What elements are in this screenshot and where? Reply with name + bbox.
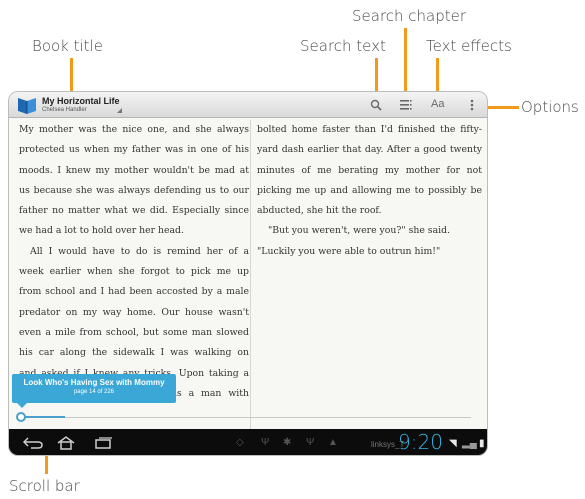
back-icon[interactable] — [23, 437, 43, 449]
callout-book-title: Book title — [32, 37, 103, 55]
clock[interactable]: 9:20 — [398, 430, 443, 454]
alert-icon[interactable]: ▲ — [328, 437, 338, 448]
book-author: Chelsea Handler — [42, 107, 87, 113]
wifi-icon: ◥ — [449, 438, 457, 449]
reader-screen: My Horizontal Life Chelsea Handler Aa My… — [8, 91, 488, 456]
signal-icon: ▂▄ — [462, 438, 477, 449]
column-divider — [250, 120, 251, 432]
text-line: even a mile from school, but some man sl… — [19, 326, 249, 338]
notification-icon[interactable]: ◇ — [236, 437, 244, 448]
page-right[interactable]: bolted home faster than I'd finished the… — [257, 120, 482, 432]
system-bar: ◇ Ψ ✱ Ψ ▲ linksys_T 9:20 ◥ ▂▄ ▮ — [9, 429, 487, 455]
chapter-list-icon[interactable] — [400, 99, 412, 111]
text-line: us because she was always defending us t… — [19, 184, 249, 196]
callout-search-text: Search text — [300, 37, 386, 55]
text-line: protected us when my father was in one o… — [19, 144, 249, 156]
scroll-bar-progress — [21, 416, 65, 418]
text-line: bolted home faster than I'd finished the… — [257, 124, 482, 135]
callout-text-effects: Text effects — [426, 37, 512, 55]
callout-scroll-bar: Scroll bar — [9, 477, 80, 495]
text-line: from school and I had been accosted by a… — [19, 286, 249, 298]
text-line: minutes of me berating my mother for not — [257, 164, 482, 176]
recent-apps-icon[interactable] — [95, 437, 113, 449]
search-icon[interactable] — [370, 99, 382, 111]
scroll-bar-track[interactable] — [21, 417, 471, 418]
text-line: All I would have to do is remind her of … — [30, 245, 249, 257]
text-line: we had a lot to hold over her head. — [19, 225, 184, 237]
options-icon[interactable] — [470, 99, 474, 111]
reader-top-bar: My Horizontal Life Chelsea Handler Aa — [9, 92, 487, 118]
text-line: father no matter what we did. Especially… — [19, 205, 249, 217]
tooltip-pointer — [17, 403, 27, 408]
android-icon[interactable]: ✱ — [283, 437, 291, 448]
text-line: yard dash earlier that day. After a good… — [257, 144, 482, 156]
text-line: his car along the sidewalk I was walking… — [19, 347, 249, 359]
callout-search-chapter: Search chapter — [352, 7, 467, 25]
text-line: picking me up and allowing me to possibl… — [257, 184, 482, 196]
home-icon[interactable] — [57, 436, 75, 450]
text-line: "But you weren't, were you?" she said. — [268, 225, 450, 237]
title-dropdown-icon[interactable] — [117, 108, 122, 113]
text-line: "Luckily you were able to outrun him!" — [257, 245, 441, 257]
battery-icon: ▮ — [479, 438, 485, 449]
tooltip-chapter-title: Look Who's Having Sex with Mommy — [23, 378, 165, 387]
text-line: week earlier when she forgot to pick me … — [19, 266, 249, 278]
usb-icon[interactable]: Ψ — [261, 437, 269, 448]
chapter-tooltip[interactable]: Look Who's Having Sex with Mommy page 14… — [12, 374, 176, 403]
tooltip-page-number: page 14 of 226 — [73, 389, 115, 395]
text-line: abducted, she hit the roof. — [257, 205, 382, 217]
book-logo-icon[interactable] — [17, 95, 37, 115]
text-line: predator on my way home. Our house wasn'… — [19, 306, 249, 318]
callout-options: Options — [521, 98, 579, 116]
usb-debug-icon[interactable]: Ψ — [306, 437, 314, 448]
text-line: My mother was the nice one, and she alwa… — [19, 124, 249, 135]
text-line: moods. I knew my mother wouldn't be mad … — [19, 164, 249, 176]
scroll-bar-thumb[interactable] — [16, 412, 26, 422]
text-effects-icon[interactable]: Aa — [431, 98, 444, 110]
book-title[interactable]: My Horizontal Life — [42, 96, 120, 106]
